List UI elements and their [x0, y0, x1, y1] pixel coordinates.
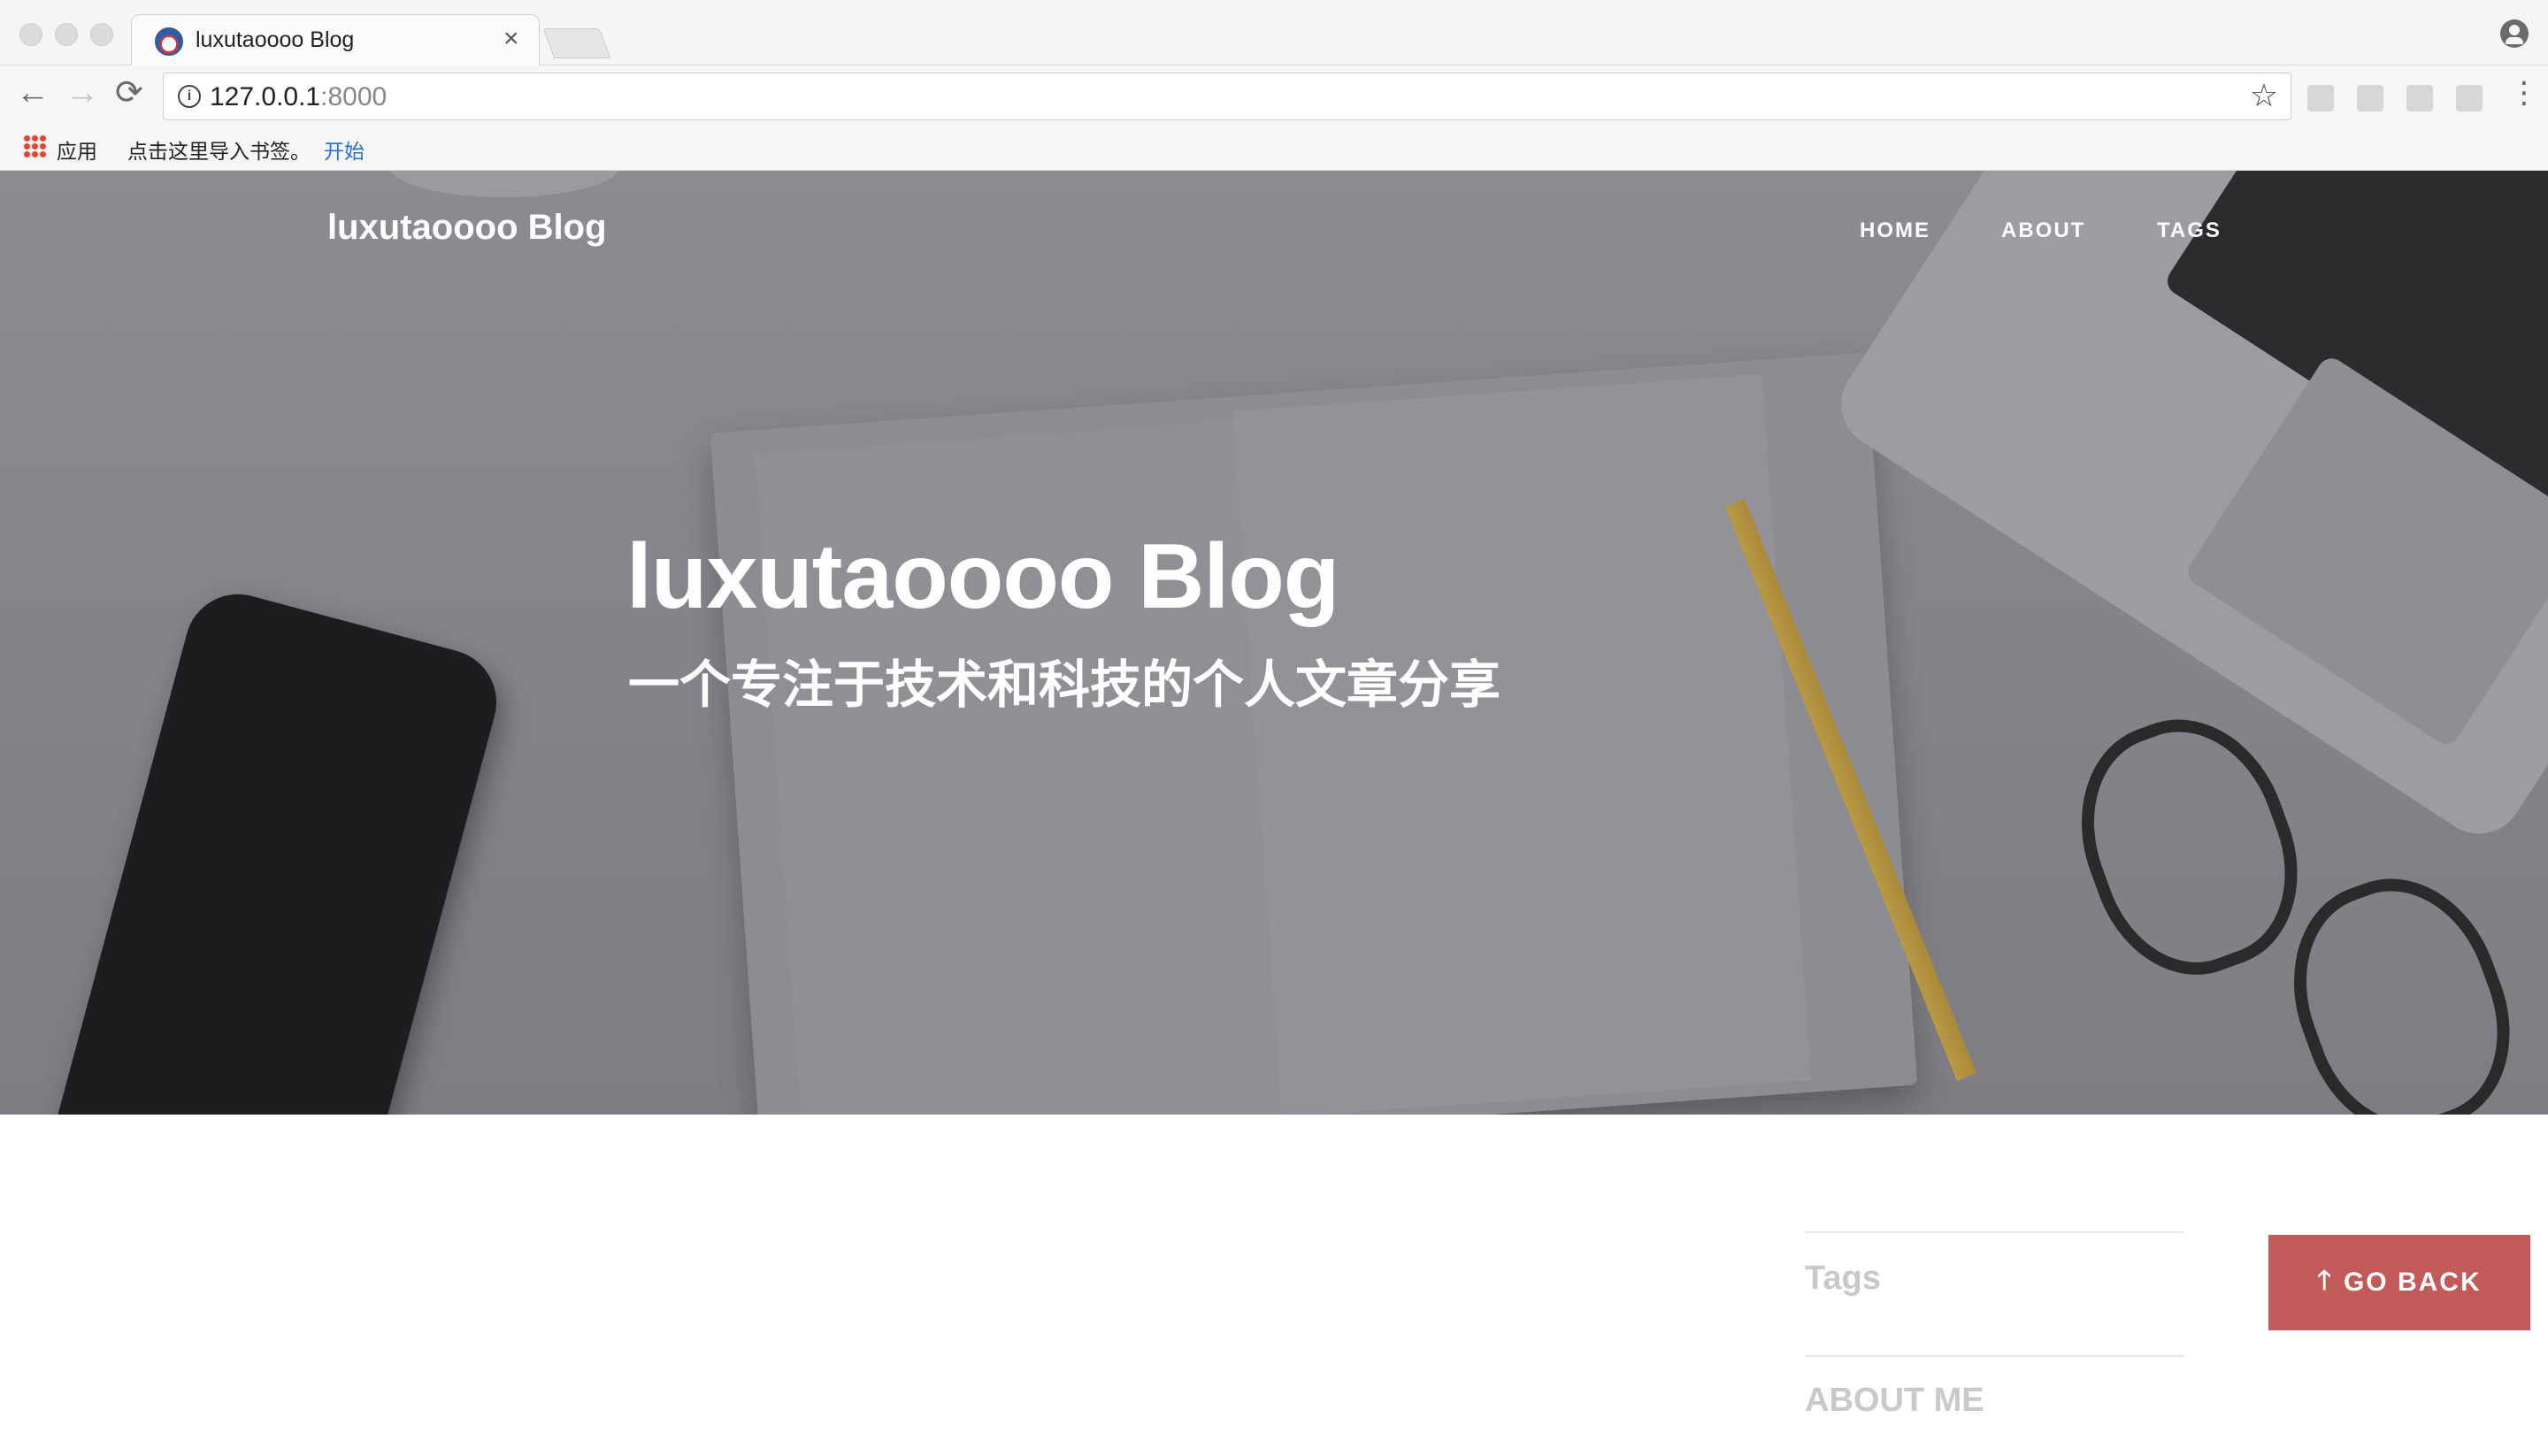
extension-icon[interactable]: [2307, 85, 2334, 111]
extension-icon[interactable]: [2456, 85, 2483, 111]
bookmarks-bar: 应用 点击这里导入书签。 开始: [0, 129, 2548, 171]
go-back-label: GO BACK: [2343, 1268, 2482, 1297]
reload-icon[interactable]: ⟳: [115, 76, 143, 110]
sidebar-divider: [1805, 1231, 2183, 1233]
browser-menu-icon[interactable]: ⋮: [2509, 78, 2539, 108]
url-host: 127.0.0.1: [210, 82, 321, 111]
forward-arrow-icon[interactable]: →: [65, 76, 99, 110]
tab-close-icon[interactable]: ×: [503, 24, 519, 54]
window-zoom-dot[interactable]: [90, 23, 113, 46]
arrow-up-icon: 🡑: [2317, 1265, 2333, 1295]
tab-title: luxutaoooo Blog: [196, 27, 355, 52]
address-bar[interactable]: i 127.0.0.1:8000 ☆: [163, 73, 2291, 120]
notebook-right-page: [1232, 374, 1812, 1115]
nav-home-link[interactable]: HOME: [1860, 218, 1930, 243]
nav-tags-link[interactable]: TAGS: [2157, 218, 2222, 243]
nav-about-link[interactable]: ABOUT: [2001, 218, 2085, 243]
window-close-dot[interactable]: [19, 23, 42, 46]
bookmark-star-icon[interactable]: ☆: [2250, 77, 2278, 114]
tags-heading: Tags: [1805, 1260, 1881, 1297]
url-port: :8000: [320, 82, 388, 111]
back-arrow-icon[interactable]: ←: [16, 76, 50, 110]
url-text[interactable]: 127.0.0.1:8000: [210, 82, 387, 112]
about-me-heading: ABOUT ME: [1805, 1382, 1984, 1419]
profile-icon[interactable]: [2500, 19, 2529, 48]
extension-icon[interactable]: [2357, 85, 2383, 111]
extension-icon[interactable]: [2406, 85, 2433, 111]
window-minimize-dot[interactable]: [55, 23, 78, 46]
bookmark-import-text: 点击这里导入书签。: [127, 140, 311, 163]
site-brand-link[interactable]: luxutaoooo Blog: [327, 208, 607, 248]
bookmark-start-link[interactable]: 开始: [324, 134, 365, 165]
apps-grid-icon[interactable]: [23, 134, 46, 157]
favicon-icon: [155, 27, 183, 56]
hero-subtitle: 一个专注于技术和科技的个人文章分享: [628, 655, 1501, 715]
browser-tab-bar: luxutaoooo Blog ×: [0, 0, 2548, 66]
hero-banner: luxutaoooo Blog HOME ABOUT TAGS luxutaoo…: [0, 171, 2548, 1115]
info-icon[interactable]: i: [178, 85, 201, 108]
sidebar-divider: [1805, 1355, 2183, 1357]
browser-tab[interactable]: luxutaoooo Blog ×: [131, 14, 540, 66]
new-tab-button[interactable]: [542, 28, 611, 58]
hero-title: luxutaoooo Blog: [626, 525, 1339, 628]
bookmark-apps[interactable]: 应用: [57, 134, 97, 165]
browser-toolbar: ← → ⟳ i 127.0.0.1:8000 ☆ ⋮: [0, 65, 2548, 129]
go-back-button[interactable]: 🡑 GO BACK: [2268, 1235, 2530, 1330]
